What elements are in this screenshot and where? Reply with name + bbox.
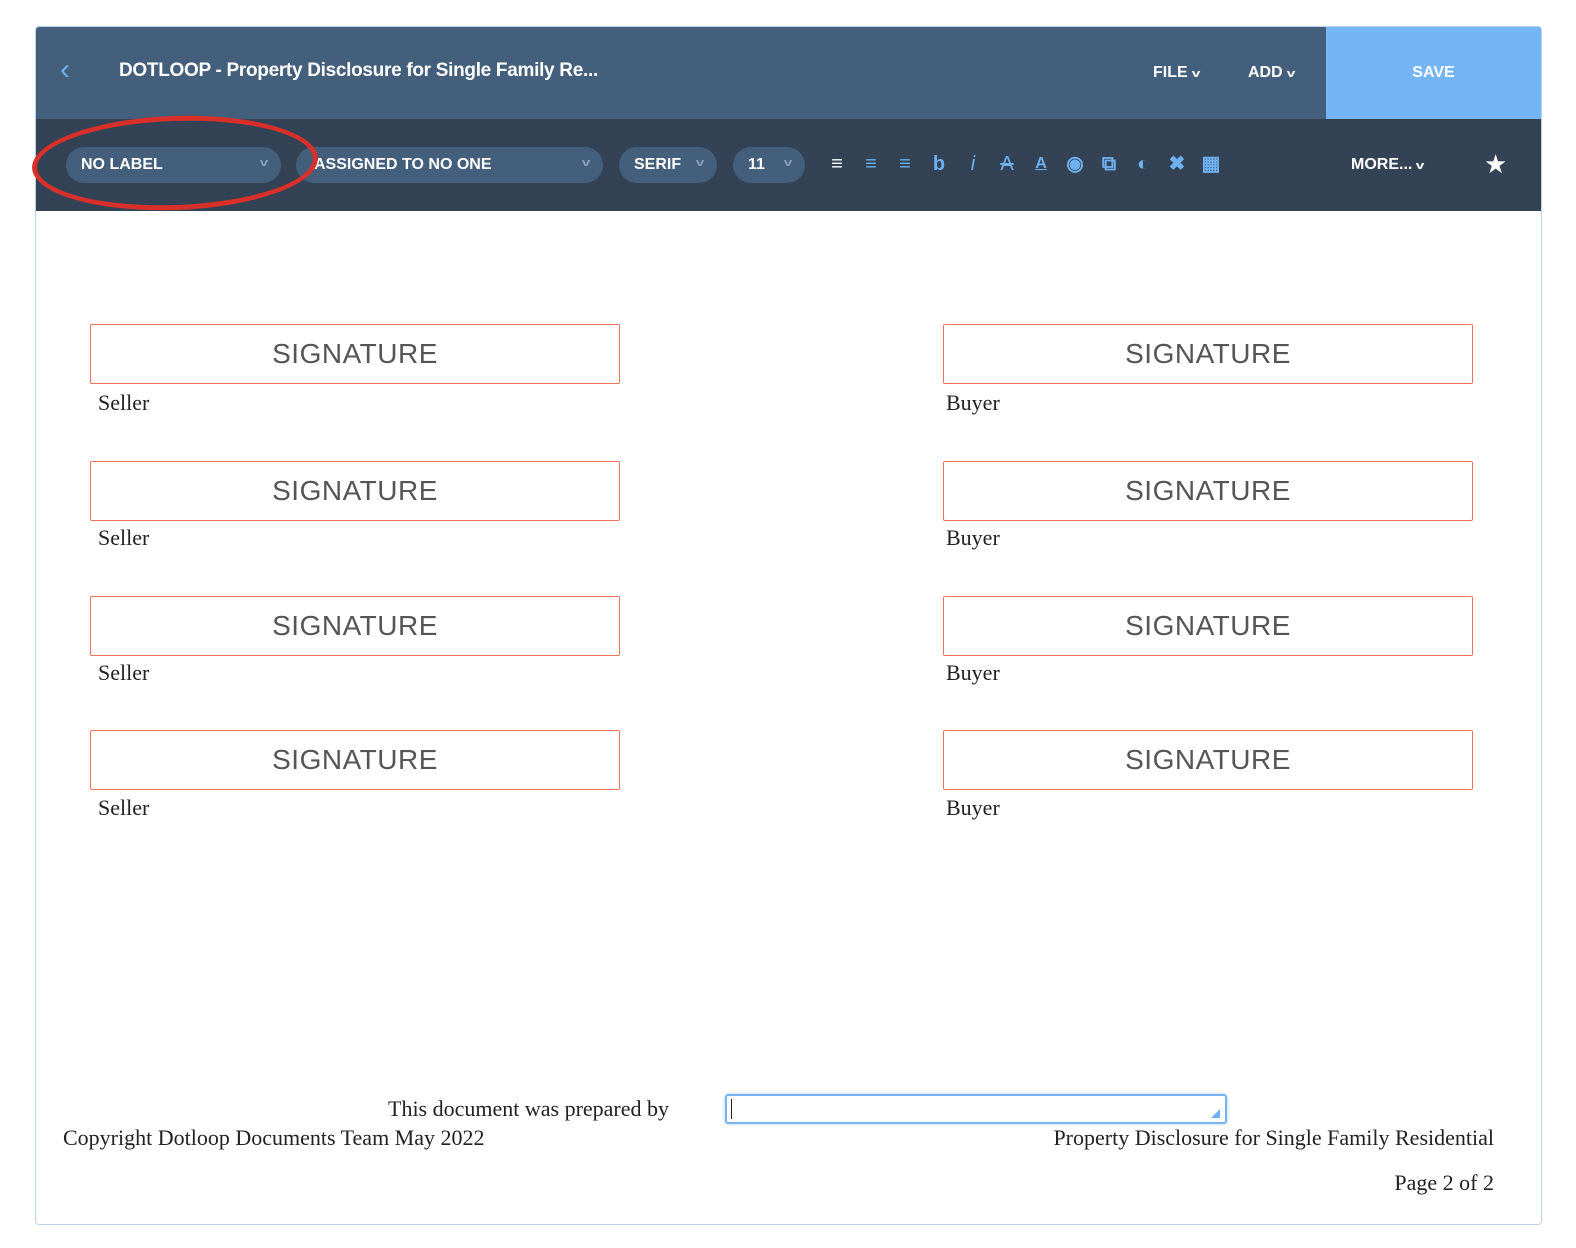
header-bar: ‹ DOTLOOP - Property Disclosure for Sing… [36,27,1541,119]
copyright-text: Copyright Dotloop Documents Team May 202… [63,1125,485,1150]
buyer-label: Buyer [946,795,1000,820]
document-name: Property Disclosure for Single Family Re… [1053,1125,1494,1150]
seller-label: Seller [98,795,150,820]
more-menu-label: MORE... [1351,156,1413,173]
font-size-value: 11 [748,156,765,173]
align-left-icon[interactable]: ≡ [826,151,848,177]
more-menu[interactable]: MORE... v [1351,156,1425,174]
font-size-dropdown[interactable]: 11 v [733,147,805,183]
buyer-signature-field[interactable]: SIGNATURE [943,324,1473,384]
copy-icon[interactable]: ⧉ [1098,151,1120,177]
align-center-icon[interactable]: ≡ [860,151,882,177]
seller-label: Seller [98,660,150,685]
document-title: DOTLOOP - Property Disclosure for Single… [119,60,598,81]
seller-signature-field[interactable]: SIGNATURE [90,596,620,656]
bold-icon[interactable]: b [928,151,950,177]
text-color-icon[interactable]: A [1030,151,1052,177]
chevron-down-icon: v [1286,68,1296,80]
delete-icon[interactable]: ✖ [1166,151,1188,177]
seller-label: Seller [98,390,150,415]
save-button[interactable]: SAVE [1326,27,1541,119]
file-menu[interactable]: FILE v [1153,64,1201,82]
seller-signature-field[interactable]: SIGNATURE [90,730,620,790]
file-menu-label: FILE [1153,64,1188,81]
font-dropdown[interactable]: SERIF v [619,147,717,183]
align-right-icon[interactable]: ≡ [894,151,916,177]
calculator-icon[interactable]: ▦ [1200,151,1222,177]
seller-signature-field[interactable]: SIGNATURE [90,461,620,521]
buyer-label: Buyer [946,525,1000,550]
assignee-dropdown-value: ASSIGNED TO NO ONE [314,156,492,173]
contrast-icon[interactable]: ◐ [1132,151,1154,177]
buyer-signature-field[interactable]: SIGNATURE [943,596,1473,656]
chevron-down-icon: v [581,157,591,169]
fill-color-icon[interactable]: ◉ [1064,151,1086,177]
prepared-by-input[interactable] [725,1094,1227,1124]
buyer-label: Buyer [946,660,1000,685]
buyer-signature-field[interactable]: SIGNATURE [943,730,1473,790]
back-chevron-icon[interactable]: ‹ [60,55,70,85]
font-dropdown-value: SERIF [634,156,682,173]
chevron-down-icon: v [1416,160,1425,172]
chevron-down-icon: v [1191,68,1201,80]
resize-handle-icon[interactable] [1211,1109,1220,1118]
assignee-dropdown[interactable]: ASSIGNED TO NO ONE v [296,147,603,183]
star-icon[interactable]: ★ [1484,149,1507,180]
add-menu-label: ADD [1248,64,1283,81]
page-number: Page 2 of 2 [1394,1170,1494,1195]
chevron-down-icon: v [695,157,705,169]
chevron-down-icon: v [783,157,793,169]
seller-signature-field[interactable]: SIGNATURE [90,324,620,384]
prepared-by-label: This document was prepared by [388,1096,670,1121]
italic-icon[interactable]: i [962,151,984,177]
buyer-signature-field[interactable]: SIGNATURE [943,461,1473,521]
add-menu[interactable]: ADD v [1248,64,1296,82]
buyer-label: Buyer [946,390,1000,415]
strikethrough-icon[interactable]: A [996,151,1018,177]
text-caret [731,1099,732,1119]
seller-label: Seller [98,525,150,550]
